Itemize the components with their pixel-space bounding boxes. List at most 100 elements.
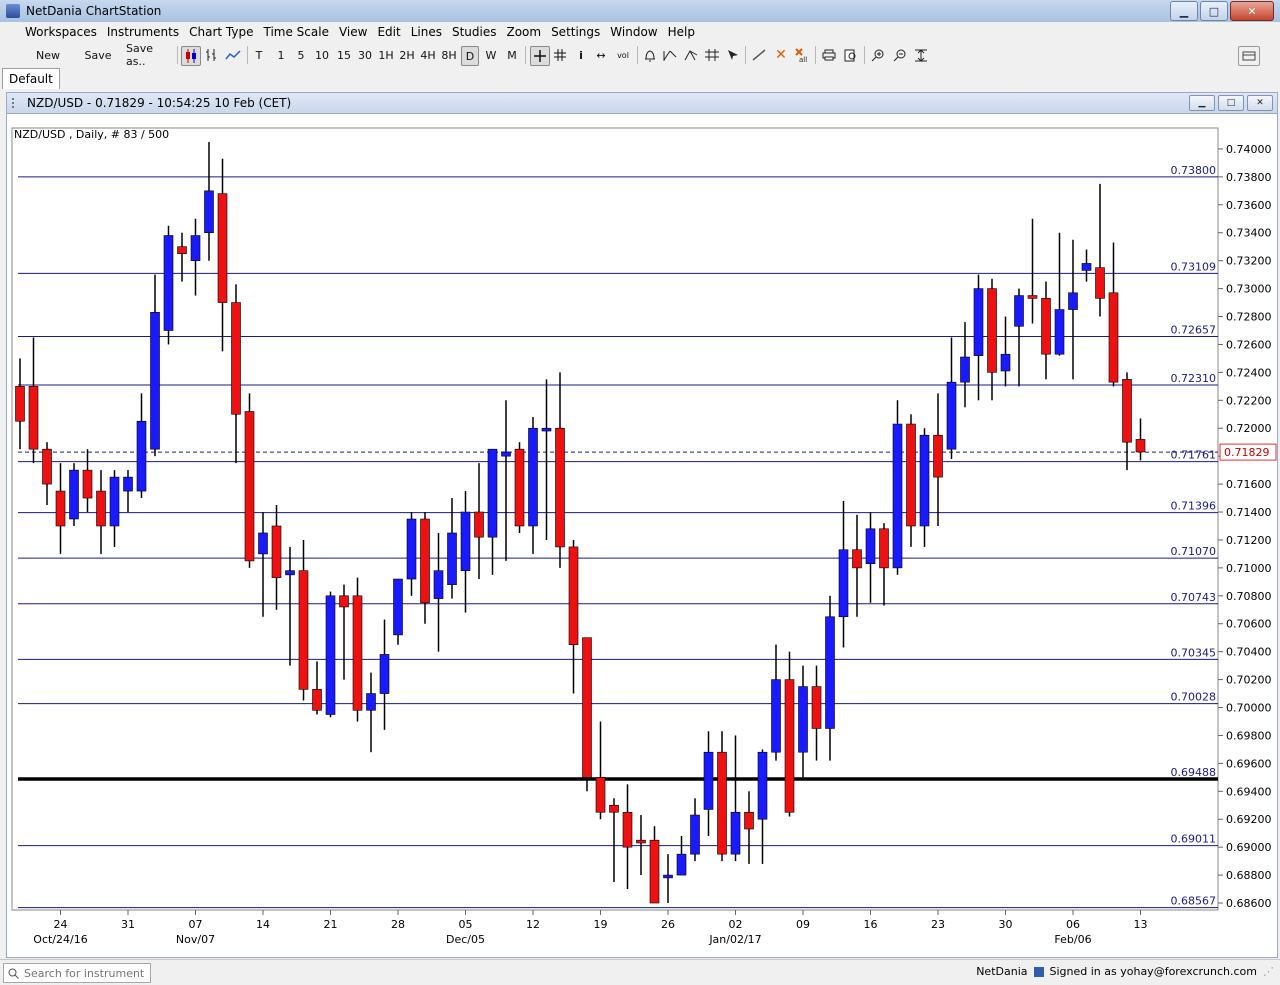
candle-body <box>109 476 120 527</box>
toolbar-separator <box>525 46 526 64</box>
x-tick-label: 24 <box>54 918 68 931</box>
menu-help[interactable]: Help <box>663 25 700 39</box>
zoom-fit-icon[interactable] <box>912 46 930 64</box>
timescale-1[interactable]: 1 <box>274 46 288 64</box>
search-input[interactable] <box>22 965 146 981</box>
line-chart-icon[interactable] <box>223 46 243 64</box>
trend-icon[interactable] <box>661 46 679 64</box>
candle-body <box>82 469 93 499</box>
timescale-30[interactable]: 30 <box>356 46 374 64</box>
timescale-m[interactable]: M <box>504 46 520 64</box>
grip-icon[interactable] <box>12 98 20 108</box>
candle-body <box>528 427 538 527</box>
panel-toggle-icon[interactable] <box>1238 46 1260 66</box>
new-button[interactable]: New <box>30 46 66 64</box>
candle-body <box>1014 295 1024 327</box>
delete-icon[interactable]: ✕ <box>772 46 790 64</box>
x-tick-label: 05 <box>459 918 473 931</box>
candle-body <box>582 637 592 778</box>
support-line-label: 0.71396 <box>1171 500 1217 513</box>
zoom-out-icon[interactable] <box>891 46 909 64</box>
candle-body <box>420 518 430 604</box>
timescale-t[interactable]: T <box>252 46 266 64</box>
timescale-2h[interactable]: 2H <box>398 46 416 64</box>
chart-subtitle: NZD/USD , Daily, # 83 / 500 <box>14 128 169 141</box>
pointer-icon[interactable] <box>724 46 742 64</box>
info-icon[interactable]: i <box>574 46 588 64</box>
chart-close-button[interactable]: ✕ <box>1247 95 1273 111</box>
chart-window-titlebar: NZD/USD - 0.71829 - 10:54:25 10 Feb (CET… <box>7 93 1277 114</box>
menu-edit[interactable]: Edit <box>372 25 405 39</box>
timescale-d[interactable]: D <box>461 46 479 66</box>
timescale-5[interactable]: 5 <box>294 46 308 64</box>
menu-window[interactable]: Window <box>605 25 662 39</box>
timescale-1h[interactable]: 1H <box>377 46 395 64</box>
maximize-button[interactable]: □ <box>1200 1 1228 21</box>
y-tick-label: 0.70200 <box>1226 674 1272 687</box>
fork-icon[interactable] <box>682 46 700 64</box>
menu-time-scale[interactable]: Time Scale <box>258 25 333 39</box>
minimize-button[interactable]: ▁ <box>1170 1 1198 21</box>
chart-restore-button[interactable]: □ <box>1218 95 1244 111</box>
candle-body <box>811 686 822 729</box>
menu-view[interactable]: View <box>334 25 372 39</box>
candle-body <box>339 595 349 608</box>
save-as-button[interactable]: Save as.. <box>126 42 174 68</box>
support-line-label: 0.68567 <box>1171 895 1217 908</box>
candle-body <box>892 423 903 569</box>
menu-settings[interactable]: Settings <box>546 25 605 39</box>
bell-icon[interactable] <box>641 46 659 64</box>
search-icon <box>4 968 22 979</box>
support-line-label: 0.73109 <box>1171 260 1217 273</box>
menu-lines[interactable]: Lines <box>406 25 447 39</box>
print-icon[interactable] <box>820 46 838 64</box>
bar-chart-icon[interactable] <box>202 46 220 64</box>
candle-body <box>204 190 214 234</box>
candle-body <box>1027 295 1038 299</box>
grid-icon[interactable] <box>551 46 569 64</box>
line-icon[interactable] <box>750 46 768 64</box>
candle-body <box>406 518 417 580</box>
menu-instruments[interactable]: Instruments <box>102 25 184 39</box>
candlestick-icon[interactable] <box>181 46 201 66</box>
chart-minimize-button[interactable]: ▁ <box>1189 95 1215 111</box>
timescale-10[interactable]: 10 <box>313 46 331 64</box>
crosshair-icon[interactable] <box>530 46 550 66</box>
arrows-icon[interactable]: ↔ <box>592 46 610 64</box>
menu-zoom[interactable]: Zoom <box>501 25 546 39</box>
y-tick-label: 0.72800 <box>1226 311 1272 324</box>
timescale-w[interactable]: W <box>483 46 499 64</box>
preview-icon[interactable] <box>842 46 860 64</box>
candle-body <box>825 616 835 729</box>
candle-body <box>55 490 66 527</box>
candle-body <box>298 570 309 690</box>
timescale-15[interactable]: 15 <box>335 46 353 64</box>
y-tick-label: 0.72600 <box>1226 338 1272 351</box>
price-chart[interactable]: NZD/USD , Daily, # 83 / 500 0.68600 0.6880… <box>0 112 1280 952</box>
save-button[interactable]: Save <box>80 46 116 64</box>
delete-all-icon[interactable]: all <box>793 46 811 64</box>
candle-body <box>244 411 255 562</box>
tab-default[interactable]: Default <box>2 68 60 89</box>
y-tick-label: 0.73200 <box>1226 255 1272 268</box>
menu-workspaces[interactable]: Workspaces <box>20 25 102 39</box>
y-tick-label: 0.69400 <box>1226 785 1272 798</box>
candle-body <box>879 528 889 569</box>
x-tick-label: 23 <box>931 918 945 931</box>
timescale-4h[interactable]: 4H <box>419 46 437 64</box>
candle-body <box>852 549 862 569</box>
timescale-8h[interactable]: 8H <box>440 46 458 64</box>
menu-bar: Workspaces Instruments Chart Type Time S… <box>0 22 1280 42</box>
instrument-search[interactable] <box>3 963 151 983</box>
volume-icon[interactable]: vol <box>613 46 633 64</box>
fib-icon[interactable] <box>703 46 721 64</box>
candle-body <box>177 246 187 254</box>
menu-chart-type[interactable]: Chart Type <box>184 25 258 39</box>
connection-icon <box>1033 966 1044 977</box>
menu-studies[interactable]: Studies <box>447 25 502 39</box>
close-button[interactable]: ✕ <box>1230 1 1274 21</box>
brand-label: NetDania <box>976 965 1028 978</box>
candle-body <box>771 679 781 753</box>
toolbar-separator <box>745 46 746 64</box>
zoom-in-icon[interactable] <box>869 46 887 64</box>
